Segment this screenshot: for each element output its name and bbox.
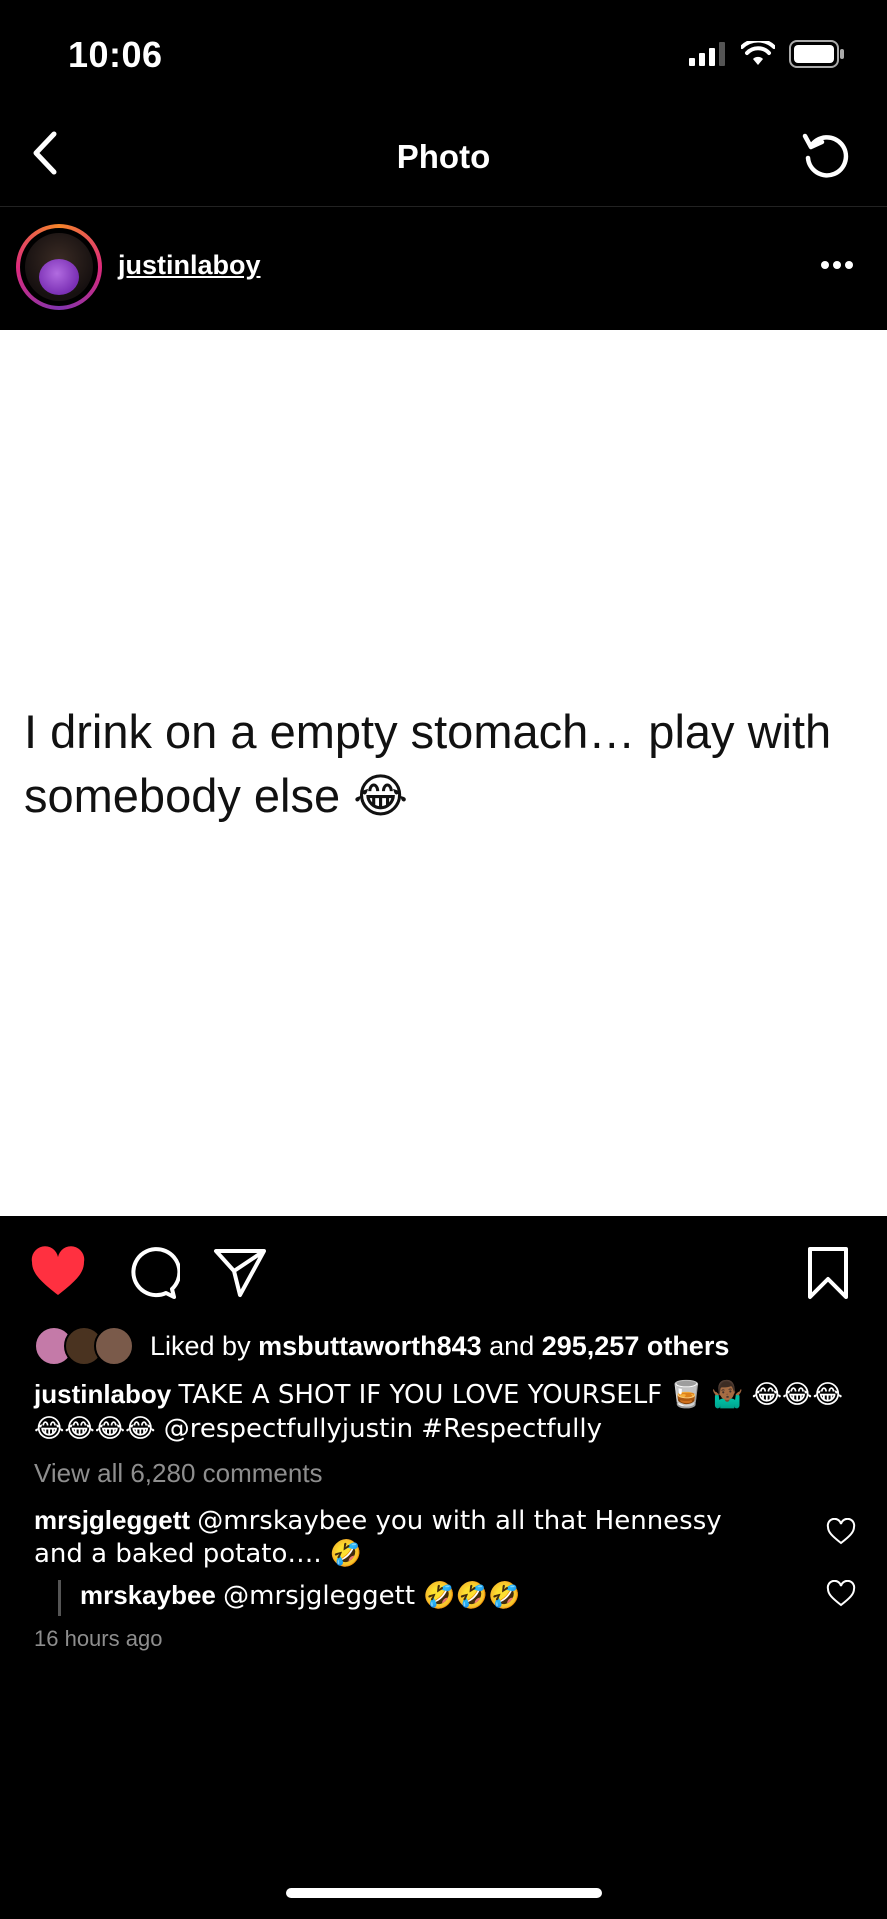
heart-icon[interactable] xyxy=(30,1245,86,1301)
comment-item: mrsjgleggett @mrskaybee you with all tha… xyxy=(34,1504,774,1570)
heart-outline-icon[interactable] xyxy=(826,1580,856,1608)
likes-count[interactable]: 295,257 others xyxy=(542,1331,730,1361)
likes-text: Liked by msbuttaworth843 and 295,257 oth… xyxy=(150,1330,730,1361)
likes-row[interactable]: Liked by msbuttaworth843 and 295,257 oth… xyxy=(34,1326,729,1366)
liker-username[interactable]: msbuttaworth843 xyxy=(258,1331,482,1361)
refresh-icon[interactable] xyxy=(799,128,853,182)
caption-username[interactable]: justinlaboy xyxy=(34,1379,171,1409)
post-image[interactable]: I drink on a empty stomach… play with so… xyxy=(0,330,887,1216)
comment-item: mrskaybee @mrsjgleggett 🤣🤣🤣 xyxy=(80,1580,520,1611)
comment-username[interactable]: mrskaybee xyxy=(80,1580,216,1610)
comment-username[interactable]: mrsjgleggett xyxy=(34,1505,190,1535)
comment-text: @mrsjgleggett 🤣🤣🤣 xyxy=(223,1581,521,1611)
comment-icon[interactable] xyxy=(124,1245,180,1301)
signal-icon xyxy=(689,42,725,66)
nav-divider xyxy=(0,206,887,207)
status-time: 10:06 xyxy=(68,34,163,75)
post-timestamp: 16 hours ago xyxy=(34,1626,163,1651)
more-icon[interactable] xyxy=(817,250,857,280)
status-icons xyxy=(689,40,845,68)
caption: justinlaboy TAKE A SHOT IF YOU LOVE YOUR… xyxy=(34,1378,854,1446)
battery-icon xyxy=(789,40,844,68)
post-username[interactable]: justinlaboy xyxy=(118,250,261,281)
view-all-comments[interactable]: View all 6,280 comments xyxy=(34,1458,323,1489)
heart-outline-icon[interactable] xyxy=(826,1518,856,1546)
wifi-icon xyxy=(741,41,775,65)
home-indicator[interactable] xyxy=(286,1888,602,1898)
share-icon[interactable] xyxy=(212,1245,268,1301)
liker-avatar xyxy=(94,1326,134,1366)
avatar[interactable] xyxy=(16,224,102,310)
post-image-text: I drink on a empty stomach… play with so… xyxy=(24,705,832,822)
bookmark-icon[interactable] xyxy=(800,1245,856,1301)
page-title: Photo xyxy=(396,138,491,175)
devil-emoji-icon xyxy=(39,259,79,295)
reply-indent-bar xyxy=(58,1580,61,1616)
